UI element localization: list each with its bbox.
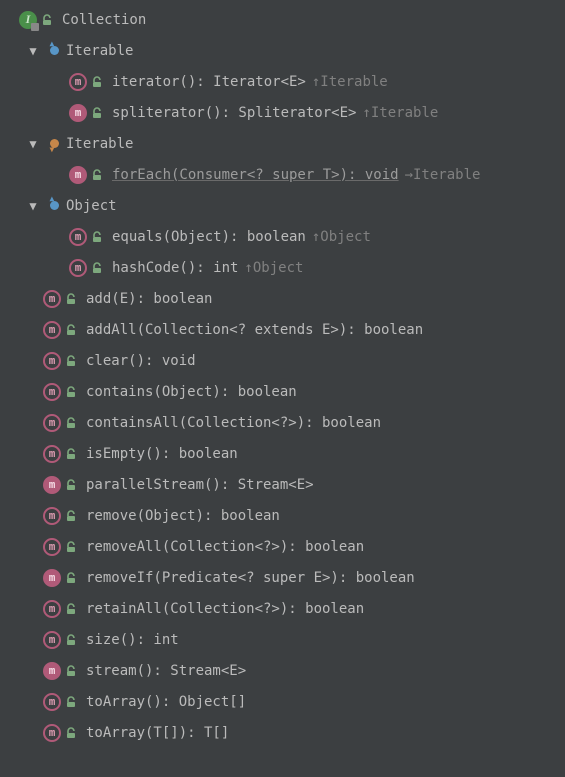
method-icon: m bbox=[42, 537, 62, 557]
method-signature: add(E): boolean bbox=[86, 291, 212, 307]
tree-row-method[interactable]: m stream(): Stream<E> bbox=[0, 655, 565, 686]
unlock-icon bbox=[64, 664, 78, 678]
method-signature: stream(): Stream<E> bbox=[86, 663, 246, 679]
tree-row-method[interactable]: m toArray(T[]): T[] bbox=[0, 717, 565, 748]
tree-row-method[interactable]: m addAll(Collection<? extends E>): boolea… bbox=[0, 314, 565, 345]
method-icon: m bbox=[42, 475, 62, 495]
tree-group-header[interactable]: ▼▼Iterable bbox=[0, 128, 565, 159]
method-signature: containsAll(Collection<?>): boolean bbox=[86, 415, 381, 431]
method-signature: clear(): void bbox=[86, 353, 196, 369]
chevron-down-icon[interactable]: ▼ bbox=[24, 137, 42, 151]
tree-row-method[interactable]: m equals(Object): boolean↑Object bbox=[0, 221, 565, 252]
tree-row-method[interactable]: m parallelStream(): Stream<E> bbox=[0, 469, 565, 500]
tree-row-method[interactable]: m size(): int bbox=[0, 624, 565, 655]
tree-row-method[interactable]: m hashCode(): int↑Object bbox=[0, 252, 565, 283]
tree-row-method[interactable]: m iterator(): Iterator<E>↑Iterable bbox=[0, 66, 565, 97]
unlock-icon bbox=[64, 385, 78, 399]
method-signature: addAll(Collection<? extends E>): boolean bbox=[86, 322, 423, 338]
unlock-icon bbox=[90, 106, 104, 120]
override-indicator-icon: ▼ bbox=[44, 134, 64, 154]
method-icon: m bbox=[68, 227, 88, 247]
tree-row-method[interactable]: m removeIf(Predicate<? super E>): boolean bbox=[0, 562, 565, 593]
method-signature: hashCode(): int↑Object bbox=[112, 260, 303, 276]
chevron-down-icon[interactable]: ▼ bbox=[24, 44, 42, 58]
override-indicator-icon: ▲ bbox=[44, 196, 64, 216]
root-label: Collection bbox=[62, 12, 146, 28]
unlock-icon bbox=[64, 726, 78, 740]
method-icon: m bbox=[42, 630, 62, 650]
unlock-icon bbox=[64, 354, 78, 368]
tree-row-method[interactable]: m remove(Object): boolean bbox=[0, 500, 565, 531]
group-label: Iterable bbox=[66, 43, 133, 59]
method-icon: m bbox=[42, 320, 62, 340]
unlock-icon bbox=[90, 261, 104, 275]
method-icon: m bbox=[68, 103, 88, 123]
unlock-icon bbox=[64, 292, 78, 306]
unlock-icon bbox=[90, 230, 104, 244]
method-icon: m bbox=[42, 692, 62, 712]
tree-row-method[interactable]: m clear(): void bbox=[0, 345, 565, 376]
method-signature: forEach(Consumer<? super T>): void→Itera… bbox=[112, 167, 480, 183]
unlock-icon bbox=[90, 168, 104, 182]
method-signature: contains(Object): boolean bbox=[86, 384, 297, 400]
method-icon: m bbox=[42, 289, 62, 309]
tree-row-method[interactable]: m add(E): boolean bbox=[0, 283, 565, 314]
unlock-icon bbox=[40, 13, 54, 27]
unlock-icon bbox=[64, 323, 78, 337]
method-signature: size(): int bbox=[86, 632, 179, 648]
method-signature: removeAll(Collection<?>): boolean bbox=[86, 539, 364, 555]
tree-row-method[interactable]: m containsAll(Collection<?>): boolean bbox=[0, 407, 565, 438]
tree-row-method[interactable]: m isEmpty(): boolean bbox=[0, 438, 565, 469]
tree-group-header[interactable]: ▼▲Object bbox=[0, 190, 565, 221]
unlock-icon bbox=[64, 633, 78, 647]
unlock-icon bbox=[64, 571, 78, 585]
tree-row-method[interactable]: m retainAll(Collection<?>): boolean bbox=[0, 593, 565, 624]
unlock-icon bbox=[64, 540, 78, 554]
unlock-icon bbox=[90, 75, 104, 89]
method-icon: m bbox=[68, 258, 88, 278]
unlock-icon bbox=[64, 416, 78, 430]
method-icon: m bbox=[68, 72, 88, 92]
method-signature: equals(Object): boolean↑Object bbox=[112, 229, 371, 245]
method-icon: m bbox=[42, 413, 62, 433]
tree-row-method[interactable]: m contains(Object): boolean bbox=[0, 376, 565, 407]
method-signature: toArray(T[]): T[] bbox=[86, 725, 229, 741]
unlock-icon bbox=[64, 447, 78, 461]
group-label: Iterable bbox=[66, 136, 133, 152]
method-signature: iterator(): Iterator<E>↑Iterable bbox=[112, 74, 388, 90]
unlock-icon bbox=[64, 509, 78, 523]
tree-row-method[interactable]: m forEach(Consumer<? super T>): void→Iter… bbox=[0, 159, 565, 190]
method-signature: isEmpty(): boolean bbox=[86, 446, 238, 462]
method-signature: parallelStream(): Stream<E> bbox=[86, 477, 314, 493]
method-signature: remove(Object): boolean bbox=[86, 508, 280, 524]
tree-group-header[interactable]: ▼▲Iterable bbox=[0, 35, 565, 66]
method-icon: m bbox=[42, 506, 62, 526]
method-icon: m bbox=[42, 444, 62, 464]
method-icon: m bbox=[42, 568, 62, 588]
unlock-icon bbox=[64, 695, 78, 709]
method-icon: m bbox=[42, 661, 62, 681]
override-indicator-icon: ▲ bbox=[44, 41, 64, 61]
method-icon: m bbox=[68, 165, 88, 185]
unlock-icon bbox=[64, 602, 78, 616]
tree-row-method[interactable]: m removeAll(Collection<?>): boolean bbox=[0, 531, 565, 562]
interface-icon: I bbox=[18, 10, 38, 30]
method-icon: m bbox=[42, 351, 62, 371]
method-icon: m bbox=[42, 723, 62, 743]
method-signature: removeIf(Predicate<? super E>): boolean bbox=[86, 570, 415, 586]
method-signature: toArray(): Object[] bbox=[86, 694, 246, 710]
tree-row-root[interactable]: I Collection bbox=[0, 4, 565, 35]
tree-row-method[interactable]: m toArray(): Object[] bbox=[0, 686, 565, 717]
tree-row-method[interactable]: m spliterator(): Spliterator<E>↑Iterable bbox=[0, 97, 565, 128]
method-signature: retainAll(Collection<?>): boolean bbox=[86, 601, 364, 617]
structure-tree: I Collection ▼▲Iterablemiterator(): Iter… bbox=[0, 0, 565, 752]
method-icon: m bbox=[42, 382, 62, 402]
group-label: Object bbox=[66, 198, 117, 214]
method-icon: m bbox=[42, 599, 62, 619]
method-signature: spliterator(): Spliterator<E>↑Iterable bbox=[112, 105, 438, 121]
unlock-icon bbox=[64, 478, 78, 492]
chevron-down-icon[interactable]: ▼ bbox=[24, 199, 42, 213]
